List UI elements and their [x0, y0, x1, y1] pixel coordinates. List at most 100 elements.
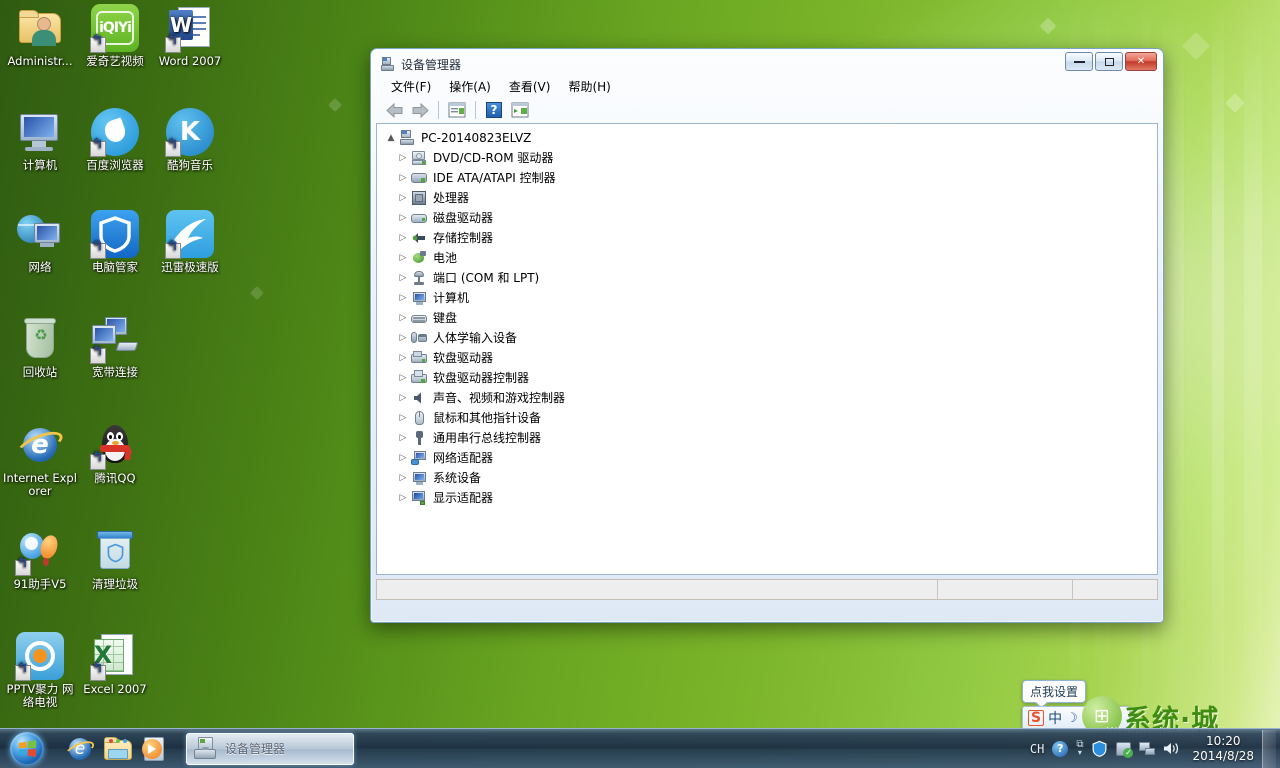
expand-triangle-icon[interactable]: ▷	[395, 353, 411, 363]
desktop-icon-administrator[interactable]: Administr...	[2, 4, 78, 68]
tree-item-sound-video-game[interactable]: ▷ 声音、视频和游戏控制器	[377, 388, 1157, 408]
help-icon[interactable]: ?	[482, 99, 506, 121]
input-language-indicator[interactable]: CH	[1030, 742, 1044, 756]
system-tray[interactable]: CH ? ⧉▾ ✓	[1026, 729, 1280, 768]
pc-manager-tray-icon[interactable]	[1091, 740, 1108, 757]
minimize-button[interactable]	[1065, 52, 1093, 71]
volume-tray-icon[interactable]	[1163, 741, 1180, 756]
keyboard-ime-icon[interactable]: °	[1082, 711, 1089, 726]
desktop-icon-clean-trash[interactable]: 清理垃圾	[77, 527, 153, 591]
tree-item-system-devices[interactable]: ▷ 系统设备	[377, 468, 1157, 488]
back-arrow-icon[interactable]	[382, 99, 406, 121]
tree-item-keyboard[interactable]: ▷ 键盘	[377, 308, 1157, 328]
expand-triangle-icon[interactable]: ▷	[395, 433, 411, 443]
internet-explorer-icon[interactable]: e	[64, 733, 96, 765]
usb-safely-remove-icon[interactable]: ✓	[1116, 742, 1131, 756]
tree-item-computer[interactable]: ▷ 计算机	[377, 288, 1157, 308]
show-desktop-button[interactable]	[1262, 730, 1276, 768]
tree-item-floppy-drive[interactable]: ▷ 软盘驱动器	[377, 348, 1157, 368]
desktop-icon-baidu-browser[interactable]: 百度浏览器	[77, 108, 153, 172]
expand-triangle-icon[interactable]: ▷	[395, 453, 411, 463]
sogou-ime-bar[interactable]: S 中 ☽ °	[1022, 706, 1130, 730]
chinese-mode-icon[interactable]: 中	[1048, 708, 1062, 728]
desktop-icon-broadband[interactable]: 宽带连接	[77, 315, 153, 379]
windows-explorer-icon[interactable]	[102, 733, 134, 765]
expand-triangle-icon[interactable]: ▷	[395, 173, 411, 183]
media-player-icon[interactable]	[140, 733, 172, 765]
taskbar[interactable]: e	[0, 728, 1280, 768]
device-tree[interactable]: ▲ PC-20140823ELVZ ▷ DVD/CD-ROM 驱动器	[376, 123, 1158, 575]
start-button[interactable]	[2, 730, 52, 768]
tree-item-processor[interactable]: ▷ 处理器	[377, 188, 1157, 208]
desktop-icon-qq[interactable]: 腾讯QQ	[77, 421, 153, 485]
desktop-icon-recycle-bin[interactable]: ♻ 回收站	[2, 315, 78, 379]
help-tray-icon[interactable]: ?	[1052, 741, 1068, 757]
tree-item-mouse[interactable]: ▷ 鼠标和其他指针设备	[377, 408, 1157, 428]
expand-triangle-icon[interactable]: ▷	[395, 473, 411, 483]
show-hidden-icons-icon[interactable]: ⧉▾	[1076, 741, 1083, 757]
desktop-icon-pc-manager[interactable]: 电脑管家	[77, 210, 153, 274]
tree-root-row[interactable]: ▲ PC-20140823ELVZ	[377, 128, 1157, 148]
tree-item-ports[interactable]: ▷ 端口 (COM 和 LPT)	[377, 268, 1157, 288]
sogou-logo-icon[interactable]: S	[1028, 710, 1044, 726]
clock[interactable]: 10:20 2014/8/28	[1192, 734, 1254, 764]
desktop-icon-word2007[interactable]: W Word 2007	[152, 4, 228, 68]
taskbar-button-device-manager[interactable]: 设备管理器	[186, 733, 354, 765]
desktop-icon-network[interactable]: 网络	[2, 210, 78, 274]
desktop-icon-internet-explorer[interactable]: e Internet Explorer	[2, 421, 78, 498]
desktop-icon-computer[interactable]: 计算机	[2, 108, 78, 172]
computer-icon	[16, 108, 64, 156]
expand-triangle-icon[interactable]: ▷	[395, 273, 411, 283]
tree-item-battery[interactable]: ▷ 电池	[377, 248, 1157, 268]
expand-triangle-icon[interactable]: ▷	[395, 293, 411, 303]
scan-hardware-icon[interactable]	[508, 99, 532, 121]
menu-action[interactable]: 操作(A)	[440, 76, 500, 97]
menu-view[interactable]: 查看(V)	[500, 76, 560, 97]
forward-arrow-icon[interactable]	[408, 99, 432, 121]
moon-icon[interactable]: ☽	[1066, 711, 1078, 726]
menu-help[interactable]: 帮助(H)	[559, 76, 619, 97]
tree-item-dvd[interactable]: ▷ DVD/CD-ROM 驱动器	[377, 148, 1157, 168]
desktop[interactable]: Administr... iQIYi 爱奇艺视频 W	[0, 0, 1280, 768]
expand-triangle-icon[interactable]: ▷	[395, 233, 411, 243]
desktop-icon-iqiyi[interactable]: iQIYi 爱奇艺视频	[77, 4, 153, 68]
properties-icon[interactable]	[445, 99, 469, 121]
tree-item-display-adapter[interactable]: ▷ 显示适配器	[377, 488, 1157, 508]
desktop-icon-91-assistant[interactable]: 91助手V5	[2, 527, 78, 591]
collapse-triangle-icon[interactable]: ▲	[383, 133, 399, 143]
quick-launch-bar[interactable]: e	[64, 733, 172, 765]
expand-triangle-icon[interactable]: ▷	[395, 373, 411, 383]
device-manager-window[interactable]: 设备管理器 ✕ 文件(F) 操作(A) 查看(V) 帮助(H)	[370, 48, 1164, 623]
expand-triangle-icon[interactable]: ▷	[395, 413, 411, 423]
expand-triangle-icon[interactable]: ▷	[395, 333, 411, 343]
expand-triangle-icon[interactable]: ▷	[395, 393, 411, 403]
tree-item-ide-controller[interactable]: ▷ IDE ATA/ATAPI 控制器	[377, 168, 1157, 188]
toolbar[interactable]: ?	[376, 97, 1158, 123]
expand-triangle-icon[interactable]: ▷	[395, 213, 411, 223]
desktop-icon-thunder[interactable]: 迅雷极速版	[152, 210, 228, 274]
ime-settings-tooltip[interactable]: 点我设置	[1022, 680, 1086, 703]
maximize-button[interactable]	[1095, 52, 1123, 71]
desktop-icon-excel2007[interactable]: X Excel 2007	[77, 632, 153, 696]
tree-item-label: 磁盘驱动器	[433, 210, 493, 226]
expand-triangle-icon[interactable]: ▷	[395, 493, 411, 503]
tree-item-usb-controller[interactable]: ▷ 通用串行总线控制器	[377, 428, 1157, 448]
expand-triangle-icon[interactable]: ▷	[395, 313, 411, 323]
expand-triangle-icon[interactable]: ▷	[395, 193, 411, 203]
menu-file[interactable]: 文件(F)	[382, 76, 440, 97]
tree-item-storage-controller[interactable]: ▷ 存储控制器	[377, 228, 1157, 248]
close-button[interactable]: ✕	[1125, 52, 1157, 71]
expand-triangle-icon[interactable]: ▷	[395, 153, 411, 163]
window-title-bar[interactable]: 设备管理器 ✕	[376, 53, 1158, 75]
desktop-icon-kugou-music[interactable]: K 酷狗音乐	[152, 108, 228, 172]
menu-bar[interactable]: 文件(F) 操作(A) 查看(V) 帮助(H)	[376, 75, 1158, 97]
tree-item-disk-drive[interactable]: ▷ 磁盘驱动器	[377, 208, 1157, 228]
computer-root-icon	[399, 130, 417, 146]
tree-item-floppy-controller[interactable]: ▷ 软盘驱动器控制器	[377, 368, 1157, 388]
tree-item-network-adapter[interactable]: ▷ 网络适配器	[377, 448, 1157, 468]
desktop-icon-pptv[interactable]: PPTV聚力 网络电视	[2, 632, 78, 709]
expand-triangle-icon[interactable]: ▷	[395, 253, 411, 263]
network-tray-icon[interactable]	[1139, 742, 1155, 756]
tree-item-hid[interactable]: ▷ 人体学输入设备	[377, 328, 1157, 348]
windows-orb-icon	[10, 732, 44, 766]
